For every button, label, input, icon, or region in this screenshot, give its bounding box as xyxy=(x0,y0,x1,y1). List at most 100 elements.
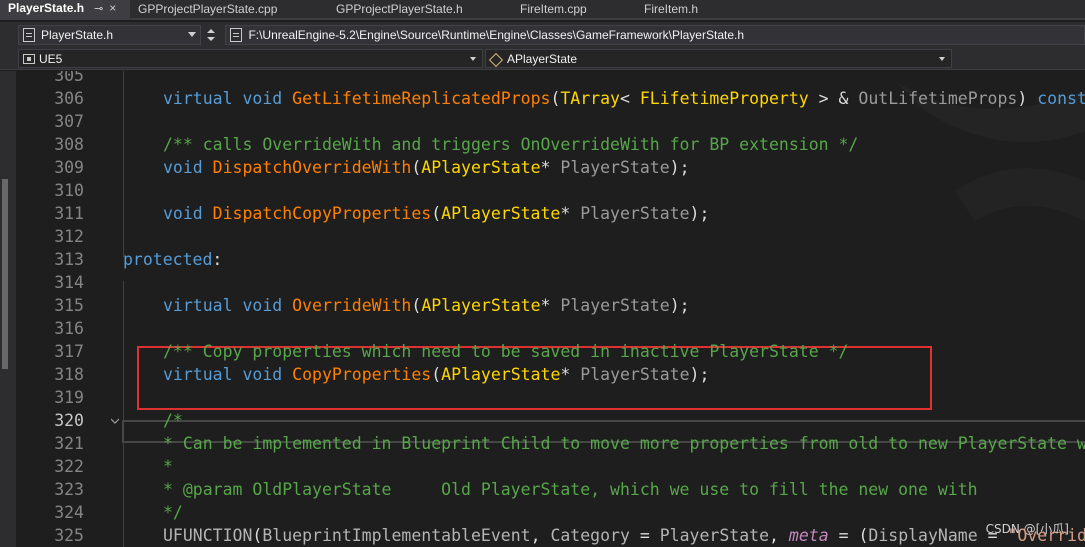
pin-icon[interactable]: ⊸ xyxy=(94,2,103,15)
scope-label: APlayerState xyxy=(507,51,578,66)
code-token: PlayerState xyxy=(580,365,690,384)
tab-1[interactable]: GPProjectPlayerState.cpp xyxy=(130,0,328,18)
code-token: UFUNCTION xyxy=(163,526,253,545)
code-token: ); xyxy=(669,296,690,315)
chevron-down-icon xyxy=(188,32,197,37)
file-navigation-bar: PlayerState.h F:\UnrealEngine-5.2\Engine… xyxy=(0,22,1085,48)
code-token: ( xyxy=(431,204,442,223)
code-token: ( xyxy=(550,89,561,108)
code-token: ); xyxy=(689,365,710,384)
code-text: virtual void GetLifetimeReplicatedProps(… xyxy=(163,87,1085,110)
file-path-label: F:\UnrealEngine-5.2\Engine\Source\Runtim… xyxy=(248,28,745,42)
code-token: = xyxy=(977,526,1008,545)
line-number: 316 xyxy=(54,319,84,338)
code-token: PlayerState xyxy=(560,296,670,315)
line-number: 321 xyxy=(54,434,84,453)
code-token: const xyxy=(1037,89,1085,108)
code-line: 305 xyxy=(0,71,1085,87)
code-line: 311 void DispatchCopyProperties(APlayerSt… xyxy=(0,202,1085,225)
code-token: * xyxy=(560,204,581,223)
line-number: 305 xyxy=(54,71,84,85)
code-line: 309 void DispatchOverrideWith(APlayerStat… xyxy=(0,156,1085,179)
document-tab-strip: PlayerState.h ⊸ × GPProjectPlayerState.cpp G… xyxy=(0,0,1085,20)
code-text: virtual void OverrideWith(APlayerState* … xyxy=(163,294,690,317)
file-combo[interactable]: PlayerState.h xyxy=(18,25,202,45)
line-number: 310 xyxy=(54,181,84,200)
code-token: void xyxy=(242,89,293,108)
code-token: OverrideWith xyxy=(292,296,412,315)
class-icon xyxy=(490,53,504,65)
code-token: FLifetimeProperty xyxy=(639,89,809,108)
spin-arrows[interactable] xyxy=(203,25,219,45)
code-text: * @param OldPlayerState Old PlayerState,… xyxy=(163,478,978,501)
code-token: < xyxy=(619,89,640,108)
code-text: UFUNCTION(BlueprintImplementableEvent, C… xyxy=(163,524,1085,547)
code-token: PlayerState xyxy=(560,158,670,177)
code-line: 317 /** Copy properties which need to be … xyxy=(0,340,1085,363)
code-token: = xyxy=(629,526,660,545)
chevron-down-icon xyxy=(470,57,476,61)
code-token: * @param OldPlayerState Old PlayerState,… xyxy=(163,480,978,499)
line-number: 308 xyxy=(54,135,84,154)
code-line: 312 xyxy=(0,225,1085,248)
tab-label: FireItem.h xyxy=(644,2,699,16)
tab-label: PlayerState.h xyxy=(8,1,85,15)
code-token: /** Copy properties which need to be sav… xyxy=(163,342,849,361)
code-token: PlayerState xyxy=(659,526,770,545)
code-token: virtual xyxy=(163,296,243,315)
code-token: void xyxy=(163,158,213,177)
code-token: APlayerState xyxy=(441,365,561,384)
code-text: /** Copy properties which need to be sav… xyxy=(163,340,848,363)
code-token: /* xyxy=(163,411,183,430)
tab-3[interactable]: FireItem.cpp xyxy=(512,0,636,18)
code-text: void DispatchOverrideWith(APlayerState* … xyxy=(163,156,690,179)
scope-dropdown[interactable]: APlayerState xyxy=(485,49,952,68)
line-number: 319 xyxy=(54,388,84,407)
code-token: TArray xyxy=(560,89,620,108)
code-line: 325 UFUNCTION(BlueprintImplementableEvent… xyxy=(0,524,1085,547)
code-token: ( xyxy=(431,365,442,384)
tab-label: GPProjectPlayerState.h xyxy=(336,2,463,16)
code-token: protected xyxy=(123,250,213,269)
fold-toggle-icon[interactable] xyxy=(111,417,119,425)
tab-0[interactable]: PlayerState.h ⊸ × xyxy=(0,0,130,18)
project-dropdown[interactable]: UE5 xyxy=(18,49,483,68)
code-token: OutLifetimeProps xyxy=(858,89,1018,108)
code-token: ); xyxy=(669,158,690,177)
code-token: virtual xyxy=(163,89,243,108)
code-token: void xyxy=(242,296,293,315)
code-token: DispatchCopyProperties xyxy=(212,204,432,223)
code-line: 315 virtual void OverrideWith(APlayerStat… xyxy=(0,294,1085,317)
project-label: UE5 xyxy=(39,51,63,66)
code-text: virtual void CopyProperties(APlayerState… xyxy=(163,363,709,386)
tab-4[interactable]: FireItem.h xyxy=(636,0,756,18)
close-icon[interactable]: × xyxy=(109,1,116,15)
code-text: * Can be implemented in Blueprint Child … xyxy=(163,432,1085,455)
code-token: APlayerState xyxy=(421,296,541,315)
arrow-down-icon xyxy=(207,37,216,41)
code-text: void DispatchCopyProperties(APlayerState… xyxy=(163,202,709,225)
tab-2[interactable]: GPProjectPlayerState.h xyxy=(328,0,512,18)
code-text: /* xyxy=(163,409,183,432)
code-token: DisplayName xyxy=(868,526,978,545)
code-token: meta xyxy=(788,526,829,545)
line-number: 313 xyxy=(54,250,84,269)
code-token: : xyxy=(212,250,223,269)
line-number: 311 xyxy=(54,204,84,223)
code-editor[interactable]: CSDN @[小瓜] 305 306 virtual void GetLifetim… xyxy=(0,71,1085,547)
code-line: 313 protected: xyxy=(0,248,1085,271)
line-number: 306 xyxy=(54,89,84,108)
project-icon xyxy=(23,53,35,64)
code-token: ( xyxy=(252,526,263,545)
file-icon xyxy=(230,28,243,42)
code-text: */ xyxy=(163,501,183,524)
code-token: DispatchOverrideWith xyxy=(212,158,412,177)
code-line: 314 xyxy=(0,271,1085,294)
tab-label: GPProjectPlayerState.cpp xyxy=(138,2,278,16)
file-combo-label: PlayerState.h xyxy=(41,28,114,42)
code-token: void xyxy=(242,365,293,384)
code-text: /** calls OverrideWith and triggers OnOv… xyxy=(163,133,858,156)
file-path-field[interactable]: F:\UnrealEngine-5.2\Engine\Source\Runtim… xyxy=(225,25,1085,45)
code-token: ( xyxy=(411,296,422,315)
code-text: * xyxy=(163,455,173,478)
